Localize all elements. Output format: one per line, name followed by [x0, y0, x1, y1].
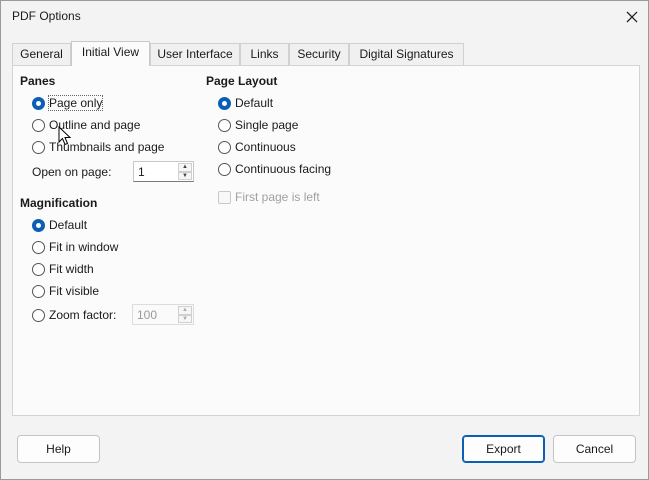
zoom-factor-value: 100	[137, 308, 158, 322]
radio-label: Single page	[235, 118, 299, 132]
close-button[interactable]	[616, 1, 648, 33]
radio-continuous[interactable]: Continuous	[218, 138, 296, 156]
radio-label: Default	[235, 96, 274, 110]
cancel-button-label: Cancel	[575, 442, 614, 456]
radio-indicator	[32, 240, 45, 254]
export-button-label: Export	[486, 442, 521, 456]
magnification-heading: Magnification	[20, 196, 98, 210]
page-layout-heading: Page Layout	[206, 74, 278, 88]
radio-indicator	[218, 96, 231, 110]
checkbox-indicator	[218, 190, 231, 204]
spin-up-icon[interactable]: ▲	[178, 163, 192, 172]
close-icon	[626, 11, 638, 23]
export-button[interactable]: Export	[462, 435, 545, 463]
radio-outline-and-page[interactable]: Outline and page	[32, 116, 140, 134]
radio-indicator	[218, 118, 231, 132]
pdf-options-dialog: PDF Options General Initial View User In…	[0, 0, 649, 480]
open-on-page-spinner[interactable]: 1 ▲ ▼	[133, 161, 194, 182]
radio-indicator	[32, 284, 45, 298]
spin-down-icon[interactable]: ▼	[178, 171, 192, 180]
radio-fit-in-window[interactable]: Fit in window	[32, 238, 118, 256]
tab-links[interactable]: Links	[240, 43, 289, 65]
radio-single-page[interactable]: Single page	[218, 116, 298, 134]
title-bar: PDF Options	[1, 1, 648, 33]
spin-up-icon[interactable]: ▲	[178, 306, 192, 315]
checkbox-label: First page is left	[235, 190, 320, 204]
radio-fit-width[interactable]: Fit width	[32, 260, 94, 278]
tab-general[interactable]: General	[12, 43, 71, 65]
mouse-pointer-icon	[58, 126, 72, 146]
radio-indicator	[32, 218, 45, 232]
cancel-button[interactable]: Cancel	[553, 435, 636, 463]
radio-label: Fit visible	[49, 284, 100, 298]
radio-indicator	[218, 140, 231, 154]
radio-indicator	[32, 262, 45, 276]
help-button-label: Help	[46, 442, 71, 456]
radio-label: Continuous	[235, 140, 296, 154]
radio-magnification-default[interactable]: Default	[32, 216, 87, 234]
radio-zoom-factor[interactable]: Zoom factor:	[32, 306, 116, 324]
radio-indicator	[32, 96, 45, 110]
checkbox-first-page-left[interactable]: First page is left	[218, 188, 320, 206]
radio-layout-default[interactable]: Default	[218, 94, 273, 112]
tab-digital-signatures[interactable]: Digital Signatures	[349, 43, 464, 65]
help-button[interactable]: Help	[17, 435, 100, 463]
radio-fit-visible[interactable]: Fit visible	[32, 282, 99, 300]
radio-indicator	[32, 140, 45, 154]
radio-page-only[interactable]: Page only	[32, 94, 104, 112]
radio-label: Default	[49, 218, 88, 232]
radio-label: Fit in window	[49, 240, 119, 254]
panes-heading: Panes	[20, 74, 56, 88]
radio-indicator	[32, 308, 45, 322]
open-on-page-value: 1	[138, 165, 145, 179]
initial-view-panel: Panes Page only Outline and page Thumbna…	[12, 65, 640, 416]
radio-thumbnails-and-page[interactable]: Thumbnails and page	[32, 138, 164, 156]
radio-label: Fit width	[49, 262, 94, 276]
zoom-factor-spinner[interactable]: 100 ▲ ▼	[132, 304, 194, 325]
radio-indicator	[218, 162, 231, 176]
tab-initial-view[interactable]: Initial View	[71, 41, 150, 66]
spin-down-icon[interactable]: ▼	[178, 314, 192, 323]
radio-indicator	[32, 118, 45, 132]
tab-user-interface[interactable]: User Interface	[150, 43, 240, 65]
radio-label: Zoom factor:	[49, 308, 117, 322]
radio-continuous-facing[interactable]: Continuous facing	[218, 160, 331, 178]
open-on-page-label: Open on page:	[32, 165, 112, 179]
window-title: PDF Options	[12, 9, 81, 23]
tab-security[interactable]: Security	[289, 43, 349, 65]
radio-label: Page only	[47, 95, 104, 111]
radio-label: Continuous facing	[235, 162, 332, 176]
